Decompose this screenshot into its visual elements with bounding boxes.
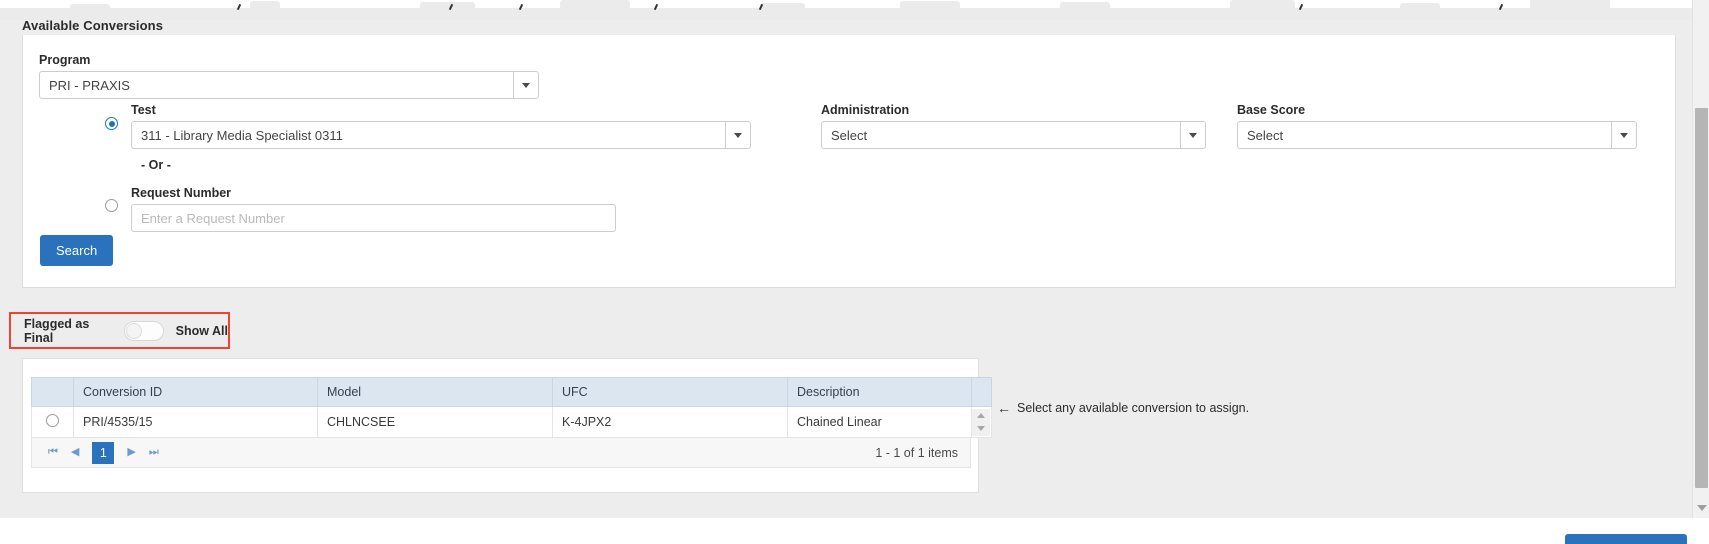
scroll-up-icon[interactable]: [977, 412, 985, 418]
column-scroll-spacer: [971, 377, 992, 407]
column-ufc[interactable]: UFC: [552, 377, 788, 407]
conversions-table: Conversion ID Model UFC Description PRI/…: [31, 377, 992, 438]
flagged-as-final-label: Flagged as Final: [24, 316, 90, 345]
radio-icon-test[interactable]: [105, 117, 118, 130]
administration-dropdown[interactable]: Select: [821, 121, 1206, 149]
administration-label: Administration: [821, 103, 910, 117]
administration-field-group: Administration Select: [821, 103, 1206, 149]
base-score-dropdown-value: Select: [1237, 121, 1611, 149]
cell-model: CHLNCSEE: [317, 406, 553, 438]
page-scrollbar[interactable]: [1692, 0, 1709, 518]
page-number-1[interactable]: 1: [92, 441, 115, 464]
test-field-group: Test 311 - Library Media Specialist 0311: [131, 103, 751, 149]
app-root: Available Conversions Program PRI - PRAX…: [0, 0, 1709, 544]
pager-item-count: 1 - 1 of 1 items: [875, 445, 958, 460]
column-model[interactable]: Model: [317, 377, 553, 407]
first-page-icon[interactable]: ⏮: [48, 447, 58, 458]
cell-conversion-id: PRI/4535/15: [73, 406, 318, 438]
program-field-group: Program PRI - PRAXIS: [39, 53, 539, 99]
cell-ufc: K-4JPX2: [552, 406, 788, 438]
flagged-as-final-toggle[interactable]: [123, 320, 164, 341]
request-number-label: Request Number: [131, 186, 232, 200]
test-radio[interactable]: [105, 117, 118, 133]
table-row[interactable]: PRI/4535/15 CHLNCSEE K-4JPX2 Chained Lin…: [31, 406, 992, 438]
table-header-row: Conversion ID Model UFC Description: [31, 377, 992, 407]
search-button[interactable]: Search: [40, 235, 114, 266]
cell-description: Chained Linear: [787, 406, 972, 438]
conversions-grid: Conversion ID Model UFC Description PRI/…: [31, 377, 992, 468]
prev-page-icon[interactable]: ◀: [71, 447, 79, 458]
chevron-down-icon[interactable]: [1611, 121, 1637, 149]
test-dropdown-value: 311 - Library Media Specialist 0311: [131, 121, 725, 149]
administration-dropdown-value: Select: [821, 121, 1180, 149]
chevron-down-icon[interactable]: [1180, 121, 1206, 149]
radio-icon-request-number[interactable]: [105, 199, 118, 212]
flagged-as-final-bar: Flagged as Final Show All: [9, 312, 230, 349]
grid-vertical-scrollbar[interactable]: [971, 406, 992, 438]
scroll-down-icon[interactable]: [1693, 499, 1709, 516]
show-all-label: Show All: [175, 323, 228, 338]
scrolled-content-edge: [0, 0, 1709, 20]
base-score-dropdown[interactable]: Select: [1237, 121, 1637, 149]
conversions-grid-card: Conversion ID Model UFC Description PRI/…: [22, 358, 992, 493]
arrow-left-icon: ←: [997, 400, 1011, 416]
toggle-knob: [125, 322, 142, 339]
program-dropdown[interactable]: PRI - PRAXIS: [39, 71, 539, 99]
request-number-radio[interactable]: [105, 199, 118, 215]
assign-hint-text: Select any available conversion to assig…: [1017, 401, 1250, 415]
page-title: Available Conversions: [22, 18, 164, 33]
or-separator: - Or -: [141, 158, 171, 172]
chevron-down-icon[interactable]: [725, 121, 751, 149]
column-select: [31, 377, 74, 407]
program-label: Program: [39, 53, 91, 67]
base-score-field-group: Base Score Select: [1237, 103, 1637, 149]
last-page-icon[interactable]: ⏭: [149, 447, 159, 458]
footer-primary-button[interactable]: [1565, 534, 1687, 544]
test-label: Test: [131, 103, 156, 117]
scrollbar-thumb[interactable]: [1695, 108, 1708, 488]
search-panel: Program PRI - PRAXIS Test 311 - Library …: [22, 35, 1676, 288]
base-score-label: Base Score: [1237, 103, 1306, 117]
assign-hint: ← Select any available conversion to ass…: [997, 401, 1249, 415]
request-number-field-group: Request Number: [131, 186, 616, 232]
program-dropdown-value: PRI - PRAXIS: [39, 71, 513, 99]
request-number-input[interactable]: [131, 204, 616, 232]
row-select-cell[interactable]: [31, 406, 74, 438]
scroll-down-icon[interactable]: [977, 426, 985, 432]
grid-pager: ⏮ ◀ 1 ▶ ⏭ 1 - 1 of 1 items: [31, 438, 971, 468]
column-description[interactable]: Description: [787, 377, 972, 407]
next-page-icon[interactable]: ▶: [127, 447, 135, 458]
chevron-down-icon[interactable]: [513, 71, 539, 99]
test-dropdown[interactable]: 311 - Library Media Specialist 0311: [131, 121, 751, 149]
radio-icon-row-select[interactable]: [46, 414, 59, 427]
footer-area: [0, 518, 1709, 544]
column-conversion-id[interactable]: Conversion ID: [73, 377, 318, 407]
